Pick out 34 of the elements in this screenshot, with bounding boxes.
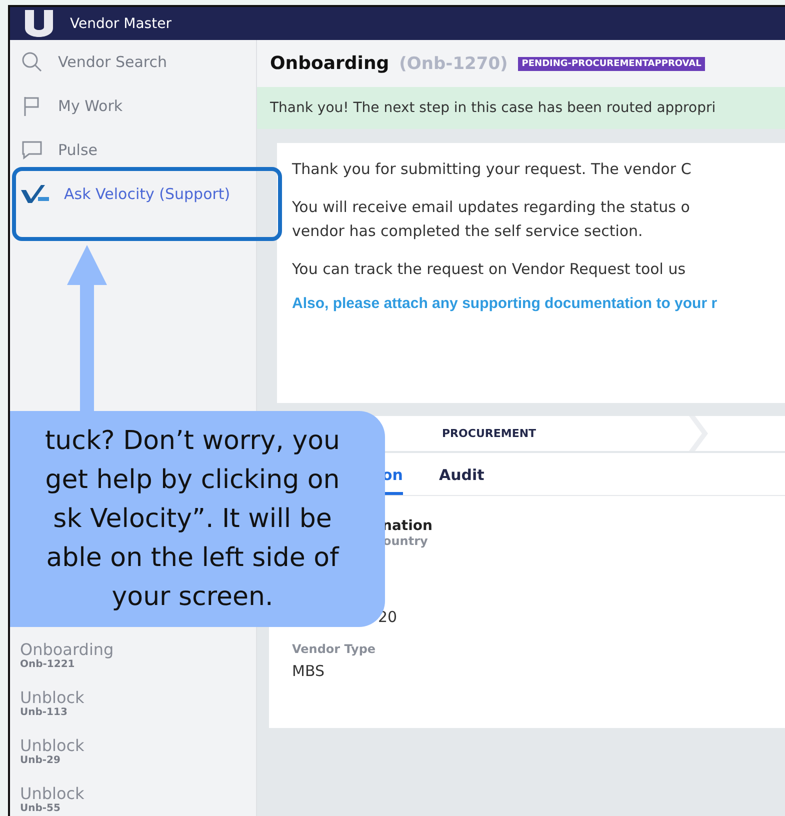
status-badge: PENDING-PROCUREMENTAPPROVAL (518, 56, 706, 70)
callout-text: get help by clicking on (45, 464, 340, 496)
logo-icon (22, 8, 56, 38)
case-id: (Onb-1270) (399, 54, 508, 74)
recent-case-id: Unb-55 (20, 803, 62, 814)
nav-item[interactable]: Ask Velocity (Support) (10, 172, 256, 216)
recent-case-title[interactable]: Onboarding (20, 640, 256, 659)
stage-label: PROCUREMENT (442, 427, 536, 440)
tab[interactable]: Audit (438, 466, 484, 495)
callout-text: your screen. (112, 580, 274, 614)
message-text: Thank you for submitting your request. The vendor C (292, 159, 692, 180)
nav-item[interactable]: My Work (10, 84, 256, 128)
recent-case-title[interactable]: Unblock (20, 784, 256, 803)
attachment-note: Also, please attach any supporting documentation to your r (292, 295, 718, 312)
checkmark-icon (20, 184, 50, 204)
message-text: You will receive email updates regarding the status o vendor has completed the self service section. (292, 197, 691, 242)
callout-text: sk Velocity”. It will be (53, 502, 332, 536)
search-icon (20, 50, 44, 74)
field-label: ountry (383, 534, 429, 550)
field-label: Vendor Type (292, 642, 377, 658)
recent-case-title[interactable]: Unblock (20, 688, 256, 707)
recent-case-id: Unb-29 (20, 755, 62, 766)
recent-case-id: Onb-1221 (20, 659, 76, 670)
callout-text: able on the left side of (46, 542, 339, 574)
nav-item[interactable]: Pulse (10, 128, 256, 172)
nav-item[interactable]: Vendor Search (10, 40, 256, 84)
app-title: Vendor Master (70, 16, 172, 32)
message-text: You can track the request on Vendor Request tool us (292, 259, 687, 280)
case-title: Onboarding (270, 53, 390, 74)
recent-case-id: Unb-113 (20, 707, 68, 718)
success-banner: Thank you! The next step in this case has been routed appropri (257, 87, 785, 129)
recent-case-title[interactable]: Unblock (20, 736, 256, 755)
callout-text: tuck? Don’t worry, you (44, 424, 340, 458)
field-value: MBS (292, 662, 324, 680)
